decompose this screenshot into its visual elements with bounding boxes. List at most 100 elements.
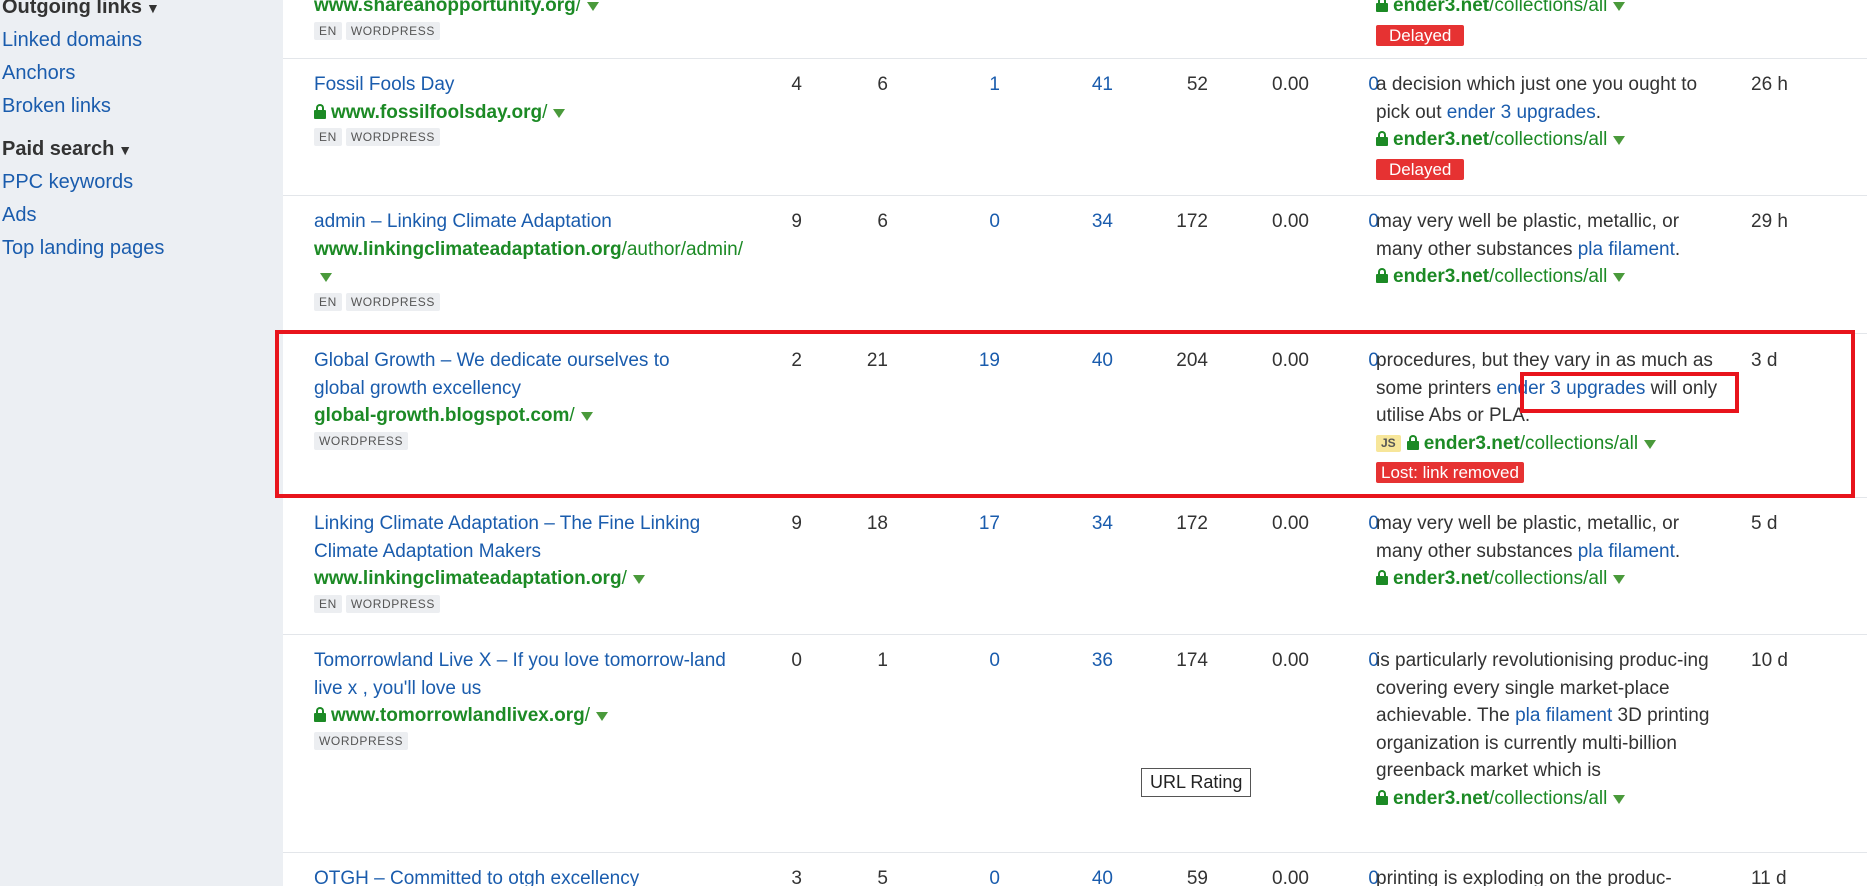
dropdown-arrow-icon[interactable] [1613, 794, 1626, 804]
metric-referring-domains[interactable]: 1 [893, 71, 1000, 99]
dropdown-arrow-icon[interactable] [1613, 2, 1626, 11]
anchor-link[interactable]: ender 3 upgrades [1447, 102, 1596, 123]
metric-traffic[interactable]: 0 [1313, 208, 1379, 236]
referring-url[interactable]: www.fossilfoolsday.org/ [314, 99, 734, 127]
metric-external-links: 59 [1186, 868, 1208, 886]
target-url[interactable]: ender3.net/collections/all [1376, 0, 1726, 20]
lock-icon [1376, 268, 1388, 283]
lock-icon [1376, 131, 1388, 146]
anchor-link[interactable]: pla filament [1578, 541, 1675, 562]
metric-referring-domains[interactable]: 19 [893, 347, 1000, 375]
metric-traffic[interactable]: 0 [1313, 647, 1379, 675]
anchor-link[interactable]: pla filament [1515, 705, 1612, 726]
referring-url[interactable]: www.linkingclimateadaptation.org/author/… [314, 236, 743, 291]
referring-url[interactable]: www.tomorrowlandlivex.org/ [314, 702, 734, 730]
tag-platform: WORDPRESS [314, 431, 409, 450]
metric-referring-domains[interactable]: 17 [893, 510, 1000, 538]
target-url[interactable]: ender3.net/collections/all [1376, 126, 1726, 154]
first-seen-time: 10 d [1751, 650, 1788, 671]
lock-icon [314, 707, 326, 722]
metric-referring-domains[interactable]: 0 [893, 647, 1000, 675]
first-seen-time: 29 h [1751, 211, 1788, 232]
referring-page-title[interactable]: Fossil Fools Day [314, 71, 734, 99]
target-path: /collections/all [1489, 266, 1608, 287]
tag-language: EN [314, 21, 342, 40]
sidebar-item-broken-links[interactable]: Broken links [2, 95, 111, 118]
anchor-cell: may very well be plastic, metallic, or m… [1376, 510, 1726, 593]
sidebar-heading-label: Outgoing links [2, 0, 142, 18]
url-path: / [621, 568, 627, 589]
status-badge: Lost: link removed [1376, 462, 1524, 483]
dropdown-arrow-icon[interactable] [320, 273, 332, 282]
referring-url[interactable]: www.linkingclimateadaptation.org/ [314, 565, 734, 593]
tag-language: EN [314, 292, 342, 311]
metric-linked-domains[interactable]: 34 [1003, 208, 1113, 236]
dropdown-arrow-icon[interactable] [1613, 575, 1626, 584]
referring-url[interactable]: www.shareanopportunity.org/ [314, 0, 734, 20]
metric-linked-domains[interactable]: 40 [1003, 347, 1113, 375]
metric-linked-domains[interactable]: 34 [1003, 510, 1113, 538]
metric-traffic[interactable]: 0 [1313, 347, 1379, 375]
tag-platform: WORDPRESS [345, 128, 440, 146]
metric-traffic-value: 0.00 [1272, 868, 1309, 886]
tag-list: WORDPRESS [314, 731, 734, 750]
referring-page-title[interactable]: admin – Linking Climate Adaptation [314, 208, 734, 236]
sidebar-item-linked-domains[interactable]: Linked domains [2, 29, 142, 52]
metric-ur: 18 [866, 513, 888, 534]
referring-page-title[interactable]: Global Growth – We dedicate ourselves to… [314, 347, 724, 402]
metric-external-links: 204 [1176, 350, 1208, 371]
metric-external-links: 52 [1186, 74, 1208, 95]
sidebar-item-anchors[interactable]: Anchors [2, 62, 75, 85]
anchor-text-after: . [1674, 540, 1681, 562]
metric-traffic-value: 0.00 [1272, 650, 1309, 671]
dropdown-arrow-icon[interactable] [1644, 439, 1657, 449]
sidebar-item-top-landing-pages[interactable]: Top landing pages [2, 237, 164, 260]
anchor-context: may very well be plastic, metallic, or m… [1376, 510, 1726, 565]
metric-traffic[interactable]: 0 [1313, 510, 1379, 538]
referring-page-title[interactable]: Tomorrowland Live X – If you love tomorr… [314, 647, 734, 702]
sidebar-item-ppc-keywords[interactable]: PPC keywords [2, 171, 133, 194]
referring-url[interactable]: global-growth.blogspot.com/ [314, 402, 734, 430]
dropdown-arrow-icon[interactable] [632, 575, 645, 584]
sidebar-item-ads[interactable]: Ads [2, 204, 36, 227]
referring-page-cell: www.shareanopportunity.org/ EN WORDPRESS [314, 0, 734, 40]
sidebar-heading-outgoing-links[interactable]: Outgoing links ▼ [2, 0, 160, 19]
target-path: /collections/all [1489, 0, 1608, 16]
anchor-cell: is particularly revolutionising produc-i… [1376, 647, 1726, 812]
referring-page-title[interactable]: Linking Climate Adaptation – The Fine Li… [314, 510, 704, 565]
url-domain: global-growth.blogspot.com [314, 405, 570, 426]
dropdown-arrow-icon[interactable] [580, 412, 593, 421]
js-badge: JS [1376, 434, 1401, 452]
metric-traffic[interactable]: 0 [1313, 71, 1379, 99]
url-domain: www.shareanopportunity.org [314, 0, 576, 16]
metric-linked-domains[interactable]: 41 [1003, 71, 1113, 99]
referring-page-cell: Fossil Fools Day www.fossilfoolsday.org/… [314, 71, 734, 146]
metric-referring-domains[interactable]: 0 [893, 208, 1000, 236]
lock-icon [314, 103, 326, 119]
url-path: / [575, 0, 582, 16]
target-url[interactable]: JS ender3.net/collections/all [1376, 430, 1726, 458]
referring-page-title[interactable]: OTGH – Committed to otgh excellency [314, 865, 734, 886]
first-seen-time: 11 d [1751, 868, 1787, 886]
dropdown-arrow-icon[interactable] [553, 108, 566, 118]
dropdown-arrow-icon[interactable] [1613, 273, 1626, 282]
target-url[interactable]: ender3.net/collections/all [1376, 565, 1726, 593]
dropdown-arrow-icon[interactable] [1613, 136, 1626, 145]
metric-ur: 6 [877, 211, 888, 232]
target-domain: ender3.net [1393, 568, 1490, 589]
target-path: /collections/all [1489, 787, 1608, 809]
anchor-link[interactable]: ender 3 upgrades [1496, 378, 1645, 399]
sidebar-heading-paid-search[interactable]: Paid search ▼ [2, 138, 132, 161]
metric-referring-domains[interactable]: 0 [893, 865, 1000, 886]
target-url[interactable]: ender3.net/collections/all [1376, 263, 1726, 291]
metric-linked-domains[interactable]: 40 [1003, 865, 1113, 886]
metric-linked-domains[interactable]: 36 [1003, 647, 1113, 675]
metric-traffic[interactable]: 0 [1313, 865, 1379, 886]
anchor-link[interactable]: pla filament [1578, 239, 1675, 260]
tag-platform: WORDPRESS [345, 292, 440, 311]
lock-icon [1406, 434, 1419, 450]
tag-language: EN [314, 128, 342, 146]
dropdown-arrow-icon[interactable] [596, 712, 608, 721]
dropdown-arrow-icon[interactable] [587, 2, 600, 11]
target-url[interactable]: ender3.net/collections/all [1376, 785, 1726, 813]
